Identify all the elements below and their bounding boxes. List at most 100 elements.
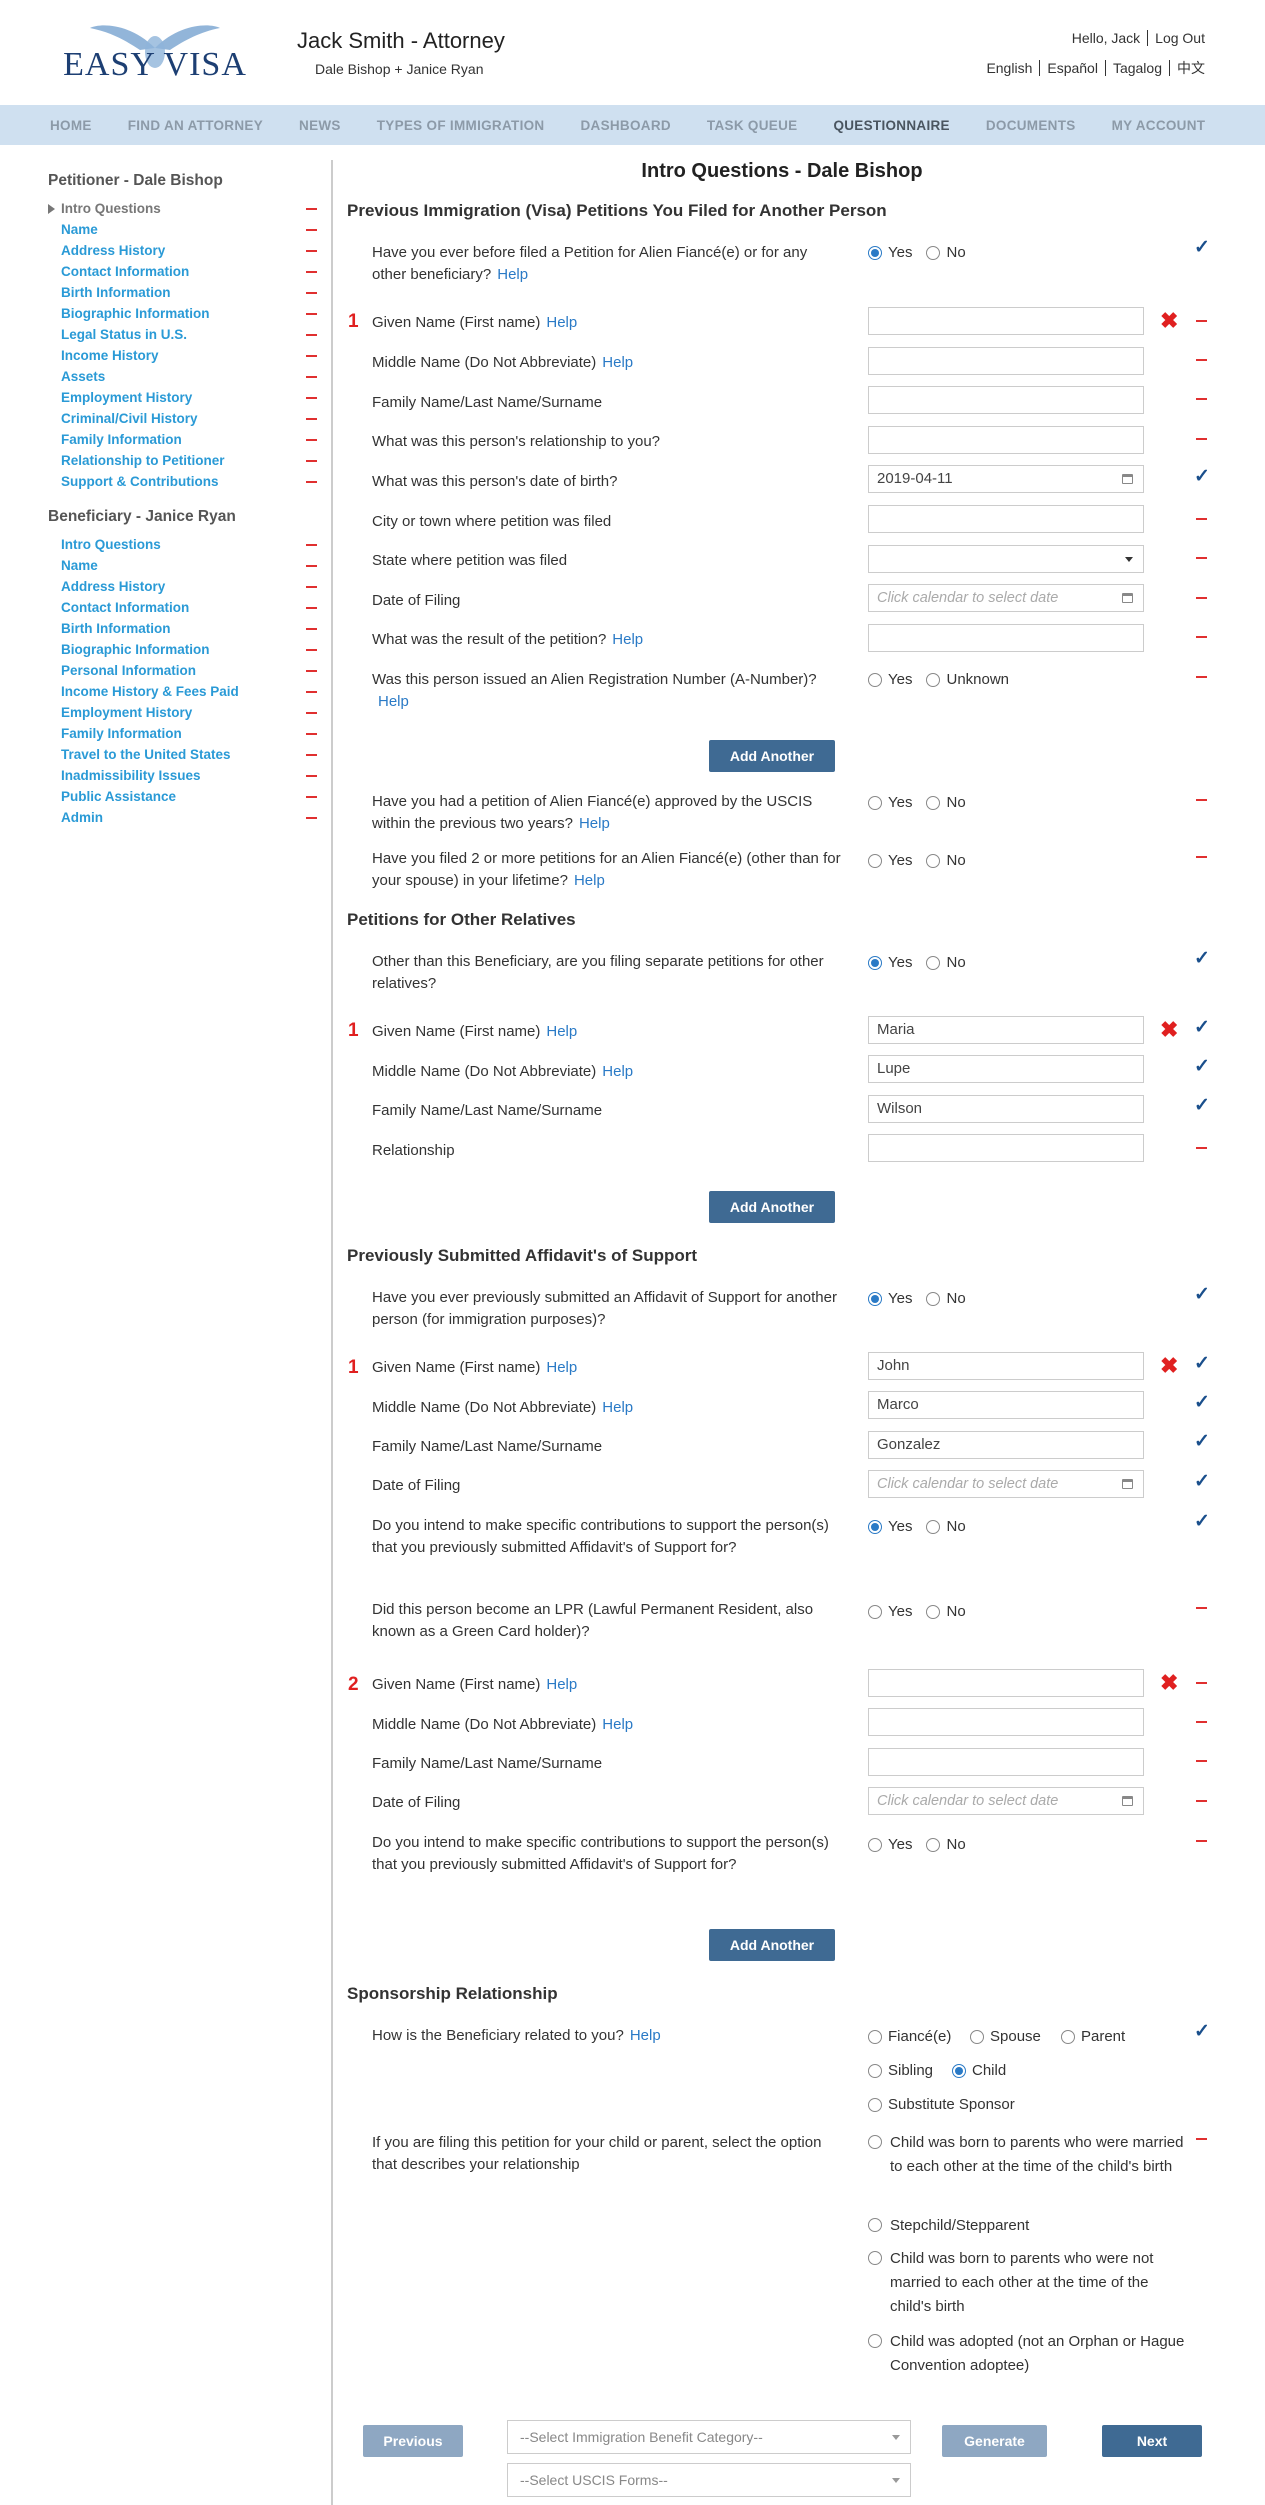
radio-button[interactable]: [868, 955, 882, 970]
nav-my-account[interactable]: MY ACCOUNT: [1112, 118, 1206, 133]
previous-button[interactable]: Previous: [363, 2425, 463, 2457]
nav-documents[interactable]: DOCUMENTS: [986, 118, 1076, 133]
next-button[interactable]: Next: [1102, 2425, 1202, 2457]
s1-dob-input[interactable]: 2019-04-11: [868, 465, 1144, 493]
s1-middle-input[interactable]: [868, 347, 1144, 375]
easyvisa-logo[interactable]: EASY VISA: [50, 18, 260, 88]
sidebar-item-beneficiary-7[interactable]: Income History & Fees Paid: [48, 681, 318, 702]
radio-button[interactable]: [868, 2334, 882, 2348]
relation-option-5[interactable]: Substitute Sponsor: [868, 2096, 1015, 2113]
s3-lpr-no-option[interactable]: No: [926, 1603, 966, 1620]
add-another-button[interactable]: Add Another: [709, 740, 835, 772]
child-relationship-option-3[interactable]: Child was adopted (not an Orphan or Hagu…: [868, 2330, 1188, 2378]
sidebar-item-petitioner-3[interactable]: Contact Information: [48, 261, 318, 282]
sidebar-item-petitioner-8[interactable]: Assets: [48, 366, 318, 387]
radio-button[interactable]: [926, 853, 941, 868]
sidebar-item-beneficiary-9[interactable]: Family Information: [48, 723, 318, 744]
s3b-given-input[interactable]: [868, 1669, 1144, 1697]
radio-button[interactable]: [926, 1519, 941, 1534]
s1-relationship-input[interactable]: [868, 426, 1144, 454]
s3-contrib-no-option[interactable]: No: [926, 1518, 966, 1535]
approved-yes-option[interactable]: Yes: [868, 794, 912, 811]
sidebar-item-petitioner-13[interactable]: Support & Contributions: [48, 471, 318, 492]
benefit-category-select[interactable]: --Select Immigration Benefit Category--: [507, 2420, 911, 2454]
radio-button[interactable]: [926, 795, 941, 810]
radio-button[interactable]: [868, 1291, 882, 1306]
two-more-no-option[interactable]: No: [926, 852, 966, 869]
lang-tagalog[interactable]: Tagalog: [1113, 60, 1162, 76]
help-link[interactable]: Help: [602, 1063, 633, 1080]
s2-middle-input[interactable]: Lupe: [868, 1055, 1144, 1083]
s2-family-input[interactable]: Wilson: [868, 1095, 1144, 1123]
sidebar-item-petitioner-11[interactable]: Family Information: [48, 429, 318, 450]
s3b-contrib-yes-option[interactable]: Yes: [868, 1836, 912, 1853]
other-relatives-no-option[interactable]: No: [926, 954, 966, 971]
radio-button[interactable]: [868, 2063, 882, 2078]
lang-chinese[interactable]: 中文: [1177, 60, 1205, 76]
radio-button[interactable]: [868, 795, 882, 810]
sidebar-item-beneficiary-8[interactable]: Employment History: [48, 702, 318, 723]
radio-button[interactable]: [868, 2251, 882, 2265]
s3b-middle-input[interactable]: [868, 1708, 1144, 1736]
relation-option-0[interactable]: Fiancé(e): [868, 2028, 951, 2045]
nav-news[interactable]: NEWS: [299, 118, 341, 133]
help-link[interactable]: Help: [574, 872, 605, 889]
s3b-family-input[interactable]: [868, 1748, 1144, 1776]
help-link[interactable]: Help: [497, 266, 528, 283]
s1-family-input[interactable]: [868, 386, 1144, 414]
nav-home[interactable]: HOME: [50, 118, 92, 133]
fiance-before-no-option[interactable]: No: [926, 244, 966, 261]
two-more-yes-option[interactable]: Yes: [868, 852, 912, 869]
lang-espanol[interactable]: Español: [1047, 60, 1098, 76]
radio-button[interactable]: [868, 245, 882, 260]
nav-types-of-immigration[interactable]: TYPES OF IMMIGRATION: [377, 118, 545, 133]
lang-english[interactable]: English: [986, 60, 1032, 76]
nav-find-an-attorney[interactable]: FIND AN ATTORNEY: [128, 118, 263, 133]
sidebar-item-beneficiary-4[interactable]: Birth Information: [48, 618, 318, 639]
s3-family-input[interactable]: Gonzalez: [868, 1431, 1144, 1459]
radio-button[interactable]: [868, 2097, 882, 2112]
nav-questionnaire[interactable]: QUESTIONNAIRE: [833, 118, 949, 133]
s3-lpr-yes-option[interactable]: Yes: [868, 1603, 912, 1620]
sidebar-item-petitioner-10[interactable]: Criminal/Civil History: [48, 408, 318, 429]
sidebar-item-petitioner-2[interactable]: Address History: [48, 240, 318, 261]
s1-given-input[interactable]: [868, 307, 1144, 335]
approved-no-option[interactable]: No: [926, 794, 966, 811]
other-relatives-yes-option[interactable]: Yes: [868, 954, 912, 971]
sidebar-item-beneficiary-11[interactable]: Inadmissibility Issues: [48, 765, 318, 786]
s1-city-input[interactable]: [868, 505, 1144, 533]
relation-option-3[interactable]: Sibling: [868, 2062, 933, 2079]
radio-button[interactable]: [868, 672, 882, 687]
s1-result-input[interactable]: [868, 624, 1144, 652]
radio-button[interactable]: [926, 245, 941, 260]
fiance-before-yes-option[interactable]: Yes: [868, 244, 912, 261]
logout-link[interactable]: Log Out: [1155, 30, 1205, 46]
sidebar-item-beneficiary-0[interactable]: Intro Questions: [48, 534, 318, 555]
help-link[interactable]: Help: [546, 1676, 577, 1693]
add-another-button[interactable]: Add Another: [709, 1191, 835, 1223]
radio-button[interactable]: [926, 1291, 941, 1306]
uscis-forms-select[interactable]: --Select USCIS Forms--: [507, 2463, 911, 2497]
close-icon[interactable]: ✖: [1160, 308, 1178, 334]
sidebar-item-petitioner-9[interactable]: Employment History: [48, 387, 318, 408]
affidavit-before-yes-option[interactable]: Yes: [868, 1290, 912, 1307]
radio-button[interactable]: [926, 672, 941, 687]
radio-button[interactable]: [868, 2029, 882, 2044]
add-another-button[interactable]: Add Another: [709, 1929, 835, 1961]
relation-option-2[interactable]: Parent: [1061, 2028, 1125, 2045]
help-link[interactable]: Help: [612, 631, 643, 648]
s3-given-input[interactable]: John: [868, 1352, 1144, 1380]
radio-button[interactable]: [926, 1604, 941, 1619]
generate-button[interactable]: Generate: [942, 2425, 1047, 2457]
sidebar-item-beneficiary-12[interactable]: Public Assistance: [48, 786, 318, 807]
sidebar-item-petitioner-6[interactable]: Legal Status in U.S.: [48, 324, 318, 345]
sidebar-item-petitioner-1[interactable]: Name: [48, 219, 318, 240]
s2-given-input[interactable]: Maria: [868, 1016, 1144, 1044]
nav-task-queue[interactable]: TASK QUEUE: [707, 118, 798, 133]
s3-middle-input[interactable]: Marco: [868, 1391, 1144, 1419]
sidebar-item-beneficiary-13[interactable]: Admin: [48, 807, 318, 828]
help-link[interactable]: Help: [546, 1023, 577, 1040]
help-link[interactable]: Help: [546, 1359, 577, 1376]
close-icon[interactable]: ✖: [1160, 1353, 1178, 1379]
s1-anumber-yes-option[interactable]: Yes: [868, 671, 912, 688]
